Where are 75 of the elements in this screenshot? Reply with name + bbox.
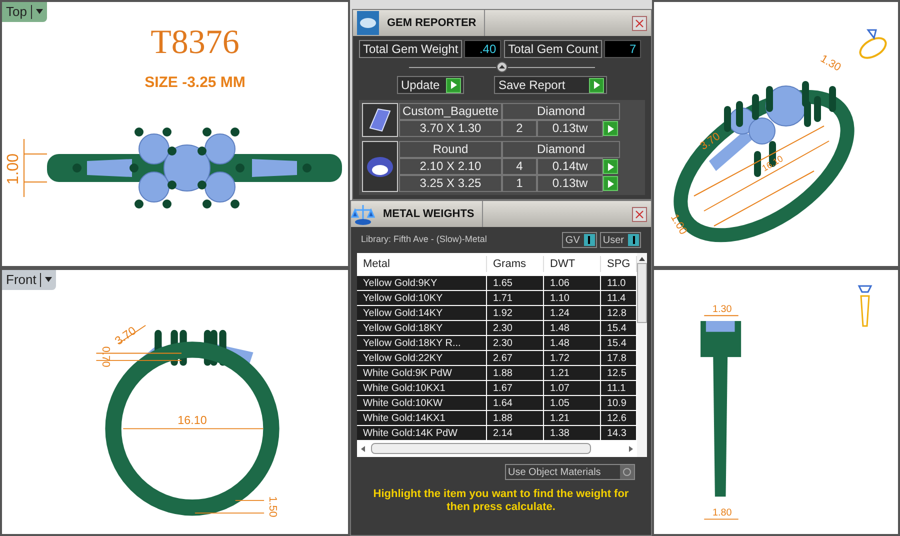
collapse-knob-icon[interactable] [496, 61, 508, 73]
scroll-left-icon[interactable] [361, 446, 365, 452]
metal-row[interactable]: Yellow Gold:14KY 1.92 1.24 12.8 [357, 305, 637, 320]
toggle-label: GV [565, 234, 580, 248]
toggle-label: User [602, 234, 624, 248]
metal-row[interactable]: White Gold:10KX1 1.67 1.07 11.1 [357, 380, 637, 395]
metal-row[interactable]: Yellow Gold:22KY 2.67 1.72 17.8 [357, 350, 637, 365]
dimension-label: 3.70 [112, 324, 139, 348]
viewport-label[interactable]: Top [2, 2, 47, 22]
gem-size-cell: 2.10 X 2.10 [399, 158, 502, 175]
close-icon [635, 18, 644, 28]
gem-weight-cell: 0.13tw [537, 120, 603, 137]
report-button[interactable]: Update [397, 76, 464, 94]
library-label: Library: Fifth Ave - (Slow)-Metal [361, 233, 487, 246]
dimension-label: 1.50 [266, 496, 278, 518]
vertical-scrollbar[interactable] [637, 253, 647, 457]
metal-row[interactable]: White Gold:14KX1 1.88 1.21 12.6 [357, 410, 637, 425]
gem-thumbnail[interactable] [362, 103, 398, 137]
dimension-label: 16.10 [178, 414, 207, 428]
dimension-label: 1.30 [818, 52, 843, 74]
viewport-name: Top [6, 3, 27, 21]
gem-size-cell: 3.70 X 1.30 [399, 120, 502, 137]
gem-count-cell: 2 [502, 120, 537, 137]
report-button[interactable]: Save Report [494, 76, 607, 94]
dimension-label: 1.30 [712, 304, 732, 316]
gem-weight-cell: 0.14tw [537, 158, 603, 175]
round-gem-icon [366, 156, 394, 178]
toggle-switch[interactable]: GV [562, 232, 597, 248]
instruction-text: Highlight the item you want to find the weight for then press calculate. [372, 487, 630, 514]
metal-row[interactable]: Yellow Gold:18KY R... 2.30 1.48 15.4 [357, 335, 637, 350]
gem-size-cell: 3.25 X 3.25 [399, 175, 502, 192]
dimension-label: 3.70 [698, 130, 722, 153]
panel-title: GEM REPORTER [379, 10, 486, 36]
ring-size-label: SIZE -3.25 MM [144, 73, 246, 93]
gem-weight-cell: 0.13tw [537, 175, 603, 192]
close-button[interactable] [632, 206, 647, 222]
dimension-label: 0.70 [100, 346, 112, 368]
balance-scale-icon [351, 202, 375, 226]
column-header[interactable]: DWT [544, 256, 601, 272]
scroll-right-icon[interactable] [629, 446, 633, 452]
total-label: Total Gem Weight [359, 40, 462, 58]
scroll-up-icon[interactable] [639, 257, 645, 261]
total-value-field: 7 [604, 40, 642, 58]
use-object-materials-checkbox[interactable]: Use Object Materials [505, 464, 635, 480]
column-header[interactable]: Metal [357, 256, 487, 272]
gem-report-icon [357, 11, 379, 35]
panel-title: METAL WEIGHTS [375, 201, 484, 227]
metal-row[interactable]: Yellow Gold:18KY 2.30 1.48 15.4 [357, 320, 637, 335]
total-value-field: .40 [464, 40, 502, 58]
gem-count-cell: 1 [502, 175, 537, 192]
gem-shape-cell: Round [399, 141, 502, 158]
metal-row[interactable]: Yellow Gold:10KY 1.71 1.10 11.4 [357, 290, 637, 305]
toggle-switch[interactable]: User [600, 232, 641, 248]
gem-material-cell: Diamond [502, 103, 620, 120]
total-label: Total Gem Count [504, 40, 602, 58]
dimension-label: 1.80 [712, 508, 732, 519]
ring-model-title: T8376 [150, 26, 240, 60]
close-icon [635, 210, 644, 218]
dimension-label: 1.00 [5, 152, 22, 184]
viewport-label[interactable]: Front [2, 270, 56, 290]
viewport-name: Front [6, 271, 36, 289]
gem-count-cell: 4 [502, 158, 537, 175]
gem-material-cell: Diamond [502, 141, 620, 158]
column-header[interactable]: Grams [487, 256, 544, 272]
dropdown-caret-icon[interactable] [45, 277, 52, 282]
dropdown-caret-icon[interactable] [36, 9, 43, 14]
gem-shape-cell: Custom_Baguette [399, 103, 502, 120]
metal-row[interactable]: White Gold:14K PdW 2.14 1.38 14.3 [357, 425, 637, 440]
metal-row[interactable]: White Gold:10KW 1.64 1.05 10.9 [357, 395, 637, 410]
close-button[interactable] [632, 16, 647, 30]
metal-row[interactable]: White Gold:9K PdW 1.88 1.21 12.5 [357, 365, 637, 380]
baguette-gem-icon [368, 107, 392, 133]
gem-thumbnail[interactable] [362, 141, 398, 192]
metal-row[interactable]: Yellow Gold:9KY 1.65 1.06 11.0 [357, 275, 637, 290]
checkbox-label: Use Object Materials [508, 466, 601, 480]
